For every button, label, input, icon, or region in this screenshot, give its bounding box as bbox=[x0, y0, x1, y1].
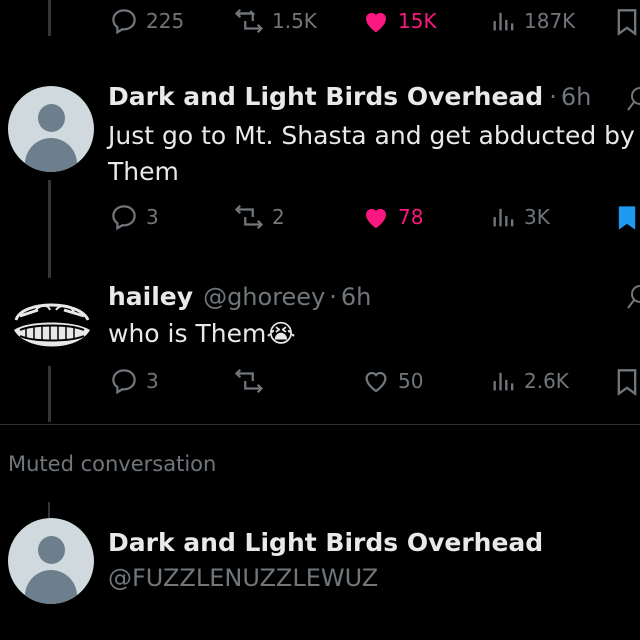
repost-count: 1.5K bbox=[272, 9, 317, 33]
like-count: 50 bbox=[398, 369, 424, 393]
avatar[interactable] bbox=[8, 280, 94, 366]
loudly-crying-emoji: 😭 bbox=[266, 319, 296, 348]
views-button[interactable]: 2.6K bbox=[490, 366, 569, 396]
repost-icon bbox=[234, 8, 264, 34]
thread-line-top bbox=[48, 0, 51, 36]
separator: · bbox=[549, 82, 557, 111]
display-name[interactable]: Dark and Light Birds Overhead bbox=[108, 528, 543, 557]
reply-icon bbox=[112, 9, 136, 35]
troll-face-avatar-icon bbox=[8, 280, 94, 366]
reply-button[interactable]: 225 bbox=[108, 6, 184, 36]
profile-name-row: Dark and Light Birds Overhead bbox=[108, 528, 543, 557]
display-name[interactable]: hailey bbox=[108, 282, 193, 311]
avatar[interactable] bbox=[8, 86, 94, 172]
reply-count: 3 bbox=[146, 205, 159, 229]
display-name[interactable]: Dark and Light Birds Overhead bbox=[108, 82, 543, 111]
like-button[interactable]: 50 bbox=[360, 366, 423, 396]
reply-count: 3 bbox=[146, 369, 159, 393]
views-count: 187K bbox=[524, 9, 576, 33]
tweet-header: hailey @ghoreey · 6h bbox=[108, 282, 371, 311]
default-avatar-icon bbox=[38, 104, 65, 132]
timestamp[interactable]: 6h bbox=[561, 83, 591, 111]
views-count: 2.6K bbox=[524, 369, 569, 393]
like-icon bbox=[366, 12, 386, 33]
bookmark-icon[interactable] bbox=[614, 204, 640, 232]
repost-count: 2 bbox=[272, 205, 285, 229]
repost-button[interactable]: 1.5K bbox=[232, 6, 317, 36]
like-button[interactable]: 78 bbox=[360, 202, 423, 232]
tweet-text: Just go to Mt. Shasta and get abducted b… bbox=[108, 118, 635, 190]
reply-icon bbox=[112, 205, 136, 231]
views-count: 3K bbox=[524, 205, 550, 229]
views-button[interactable]: 187K bbox=[490, 6, 575, 36]
reply-button[interactable]: 3 bbox=[108, 366, 159, 396]
repost-icon bbox=[234, 368, 264, 394]
reply-count: 225 bbox=[146, 9, 185, 33]
bookmark-icon[interactable] bbox=[614, 368, 640, 396]
reply-icon bbox=[112, 369, 136, 395]
default-avatar-icon bbox=[38, 536, 65, 564]
muted-conversation-label: Muted conversation bbox=[8, 452, 217, 476]
tweet-text: who is Them😭 bbox=[108, 316, 296, 352]
like-icon bbox=[365, 371, 387, 393]
grok-icon[interactable] bbox=[626, 86, 640, 112]
reply-button[interactable]: 3 bbox=[108, 202, 159, 232]
handle[interactable]: @ghoreey bbox=[203, 283, 325, 311]
tweet-text-line: Them bbox=[108, 157, 179, 186]
thread-line-muted bbox=[48, 502, 50, 518]
repost-button[interactable]: 2 bbox=[232, 202, 285, 232]
timestamp[interactable]: 6h bbox=[341, 283, 371, 311]
like-count: 15K bbox=[398, 9, 437, 33]
profile-handle-row: @FUZZLENUZZLEWUZ bbox=[108, 564, 378, 592]
bookmark-icon[interactable] bbox=[614, 8, 640, 36]
tweet-text-line: who is Them bbox=[108, 319, 267, 348]
like-count: 78 bbox=[398, 205, 424, 229]
tweet-text-line: Just go to Mt. Shasta and get abducted b… bbox=[108, 121, 635, 150]
like-icon bbox=[366, 208, 386, 229]
grok-icon[interactable] bbox=[626, 284, 640, 310]
thread-line-mid bbox=[48, 180, 51, 278]
handle[interactable]: @FUZZLENUZZLEWUZ bbox=[108, 564, 378, 592]
tweet-header: Dark and Light Birds Overhead · 6h bbox=[108, 82, 591, 111]
separator: · bbox=[329, 282, 337, 311]
thread-line-low bbox=[48, 360, 51, 422]
views-icon bbox=[493, 372, 514, 391]
repost-icon bbox=[234, 204, 264, 230]
views-button[interactable]: 3K bbox=[490, 202, 550, 232]
divider bbox=[0, 424, 640, 425]
repost-button[interactable] bbox=[232, 366, 272, 396]
like-button[interactable]: 15K bbox=[360, 6, 437, 36]
views-icon bbox=[493, 12, 514, 31]
views-icon bbox=[493, 208, 514, 227]
avatar[interactable] bbox=[8, 518, 94, 604]
